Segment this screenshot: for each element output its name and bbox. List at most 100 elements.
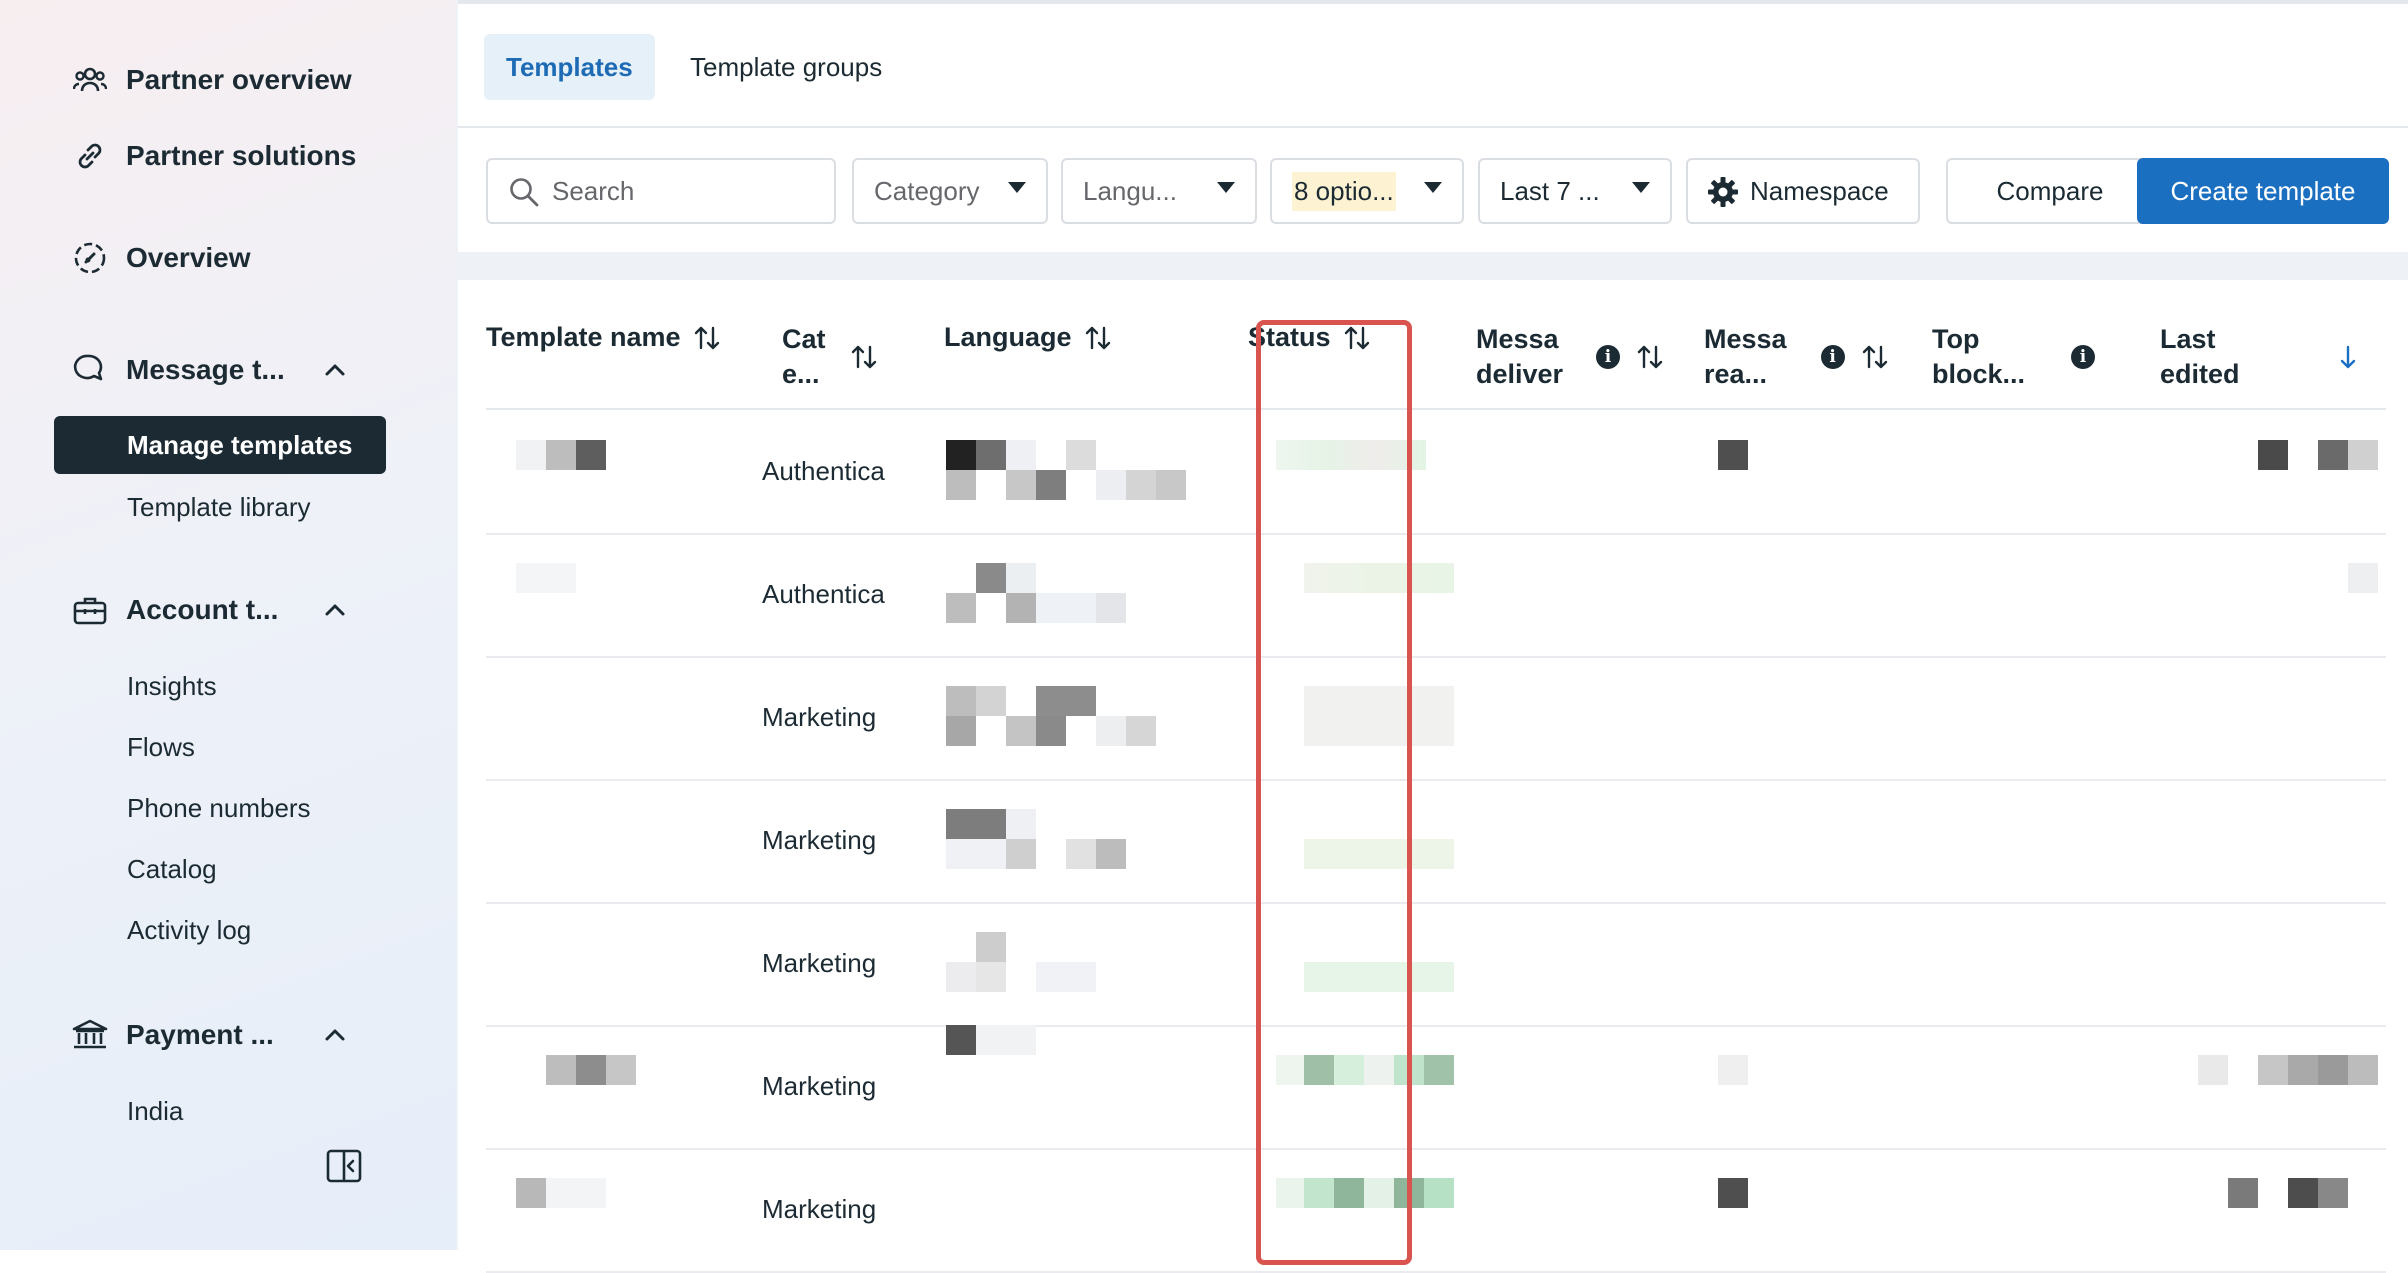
briefcase-icon [72, 592, 108, 628]
search-icon [508, 176, 540, 215]
column-last-edited[interactable]: Last edited [2160, 322, 2364, 392]
caret-down-icon [1008, 182, 1026, 193]
sort-icon[interactable] [1861, 343, 1889, 371]
dropdown-label: Langu... [1083, 175, 1177, 206]
redacted-block [516, 1178, 546, 1208]
status-chip [1276, 440, 1426, 470]
chevron-up-icon[interactable] [320, 1020, 350, 1050]
dropdown-label: Category [874, 175, 980, 206]
redacted-block [976, 686, 1006, 716]
column-messages-delivered[interactable]: Messa deliver i [1476, 322, 1664, 392]
info-icon[interactable]: i [1820, 345, 1845, 369]
redacted-block [946, 809, 1006, 839]
nav-overview[interactable]: Overview [72, 240, 251, 276]
redacted-block [1036, 593, 1096, 623]
redacted-block [1096, 839, 1126, 869]
nav-account-tools[interactable]: Account t... [72, 592, 278, 628]
nav-partner-solutions[interactable]: Partner solutions [72, 138, 356, 174]
column-category[interactable]: Cat e... [782, 322, 878, 392]
nav-message-templates[interactable]: Message t... [72, 352, 285, 388]
nav-catalog[interactable]: Catalog [127, 854, 217, 885]
button-label: Compare [1996, 175, 2104, 206]
status-chip [1304, 962, 1454, 992]
column-template-name[interactable]: Template name [486, 320, 721, 355]
nav-partner-overview[interactable]: Partner overview [72, 62, 352, 98]
status-chip [1304, 1055, 1334, 1085]
redacted-block [1006, 470, 1036, 500]
status-dropdown[interactable]: 8 optio... [1270, 158, 1464, 224]
nav-label: Message t... [126, 354, 285, 385]
redacted-block [546, 440, 576, 470]
nav-activity-log[interactable]: Activity log [127, 915, 251, 946]
table-row[interactable]: Authentica [486, 533, 2386, 658]
table-row[interactable]: Marketing [486, 779, 2386, 904]
column-language[interactable]: Language [944, 320, 1112, 355]
main-content: Templates Template groups Search Categor… [456, 0, 2408, 1273]
compare-button[interactable]: Compare [1946, 158, 2154, 224]
redacted-block [576, 440, 606, 470]
search-input[interactable]: Search [486, 158, 836, 224]
tab-template-groups[interactable]: Template groups [668, 34, 904, 100]
status-chip [1364, 1055, 1394, 1085]
redacted-block [1276, 1178, 1306, 1208]
column-label: Messa rea... [1704, 324, 1787, 389]
redacted-block [976, 932, 1006, 962]
redacted-block [1036, 962, 1096, 992]
nav-flows[interactable]: Flows [127, 732, 195, 763]
status-chip [1304, 1178, 1334, 1208]
table-row[interactable]: Marketing [486, 1025, 2386, 1150]
nav-insights[interactable]: Insights [127, 671, 217, 702]
redacted-block [976, 962, 1006, 992]
sidebar: Partner overview Partner solutions Overv… [0, 0, 456, 1250]
namespace-button[interactable]: Namespace [1686, 158, 1920, 224]
language-dropdown[interactable]: Langu... [1061, 158, 1257, 224]
redacted-block [1006, 440, 1036, 470]
search-placeholder: Search [552, 175, 635, 206]
create-template-button[interactable]: Create template [2137, 158, 2389, 224]
nav-template-library[interactable]: Template library [127, 492, 311, 523]
caret-down-icon [1424, 182, 1442, 193]
redacted-block [1276, 1055, 1306, 1085]
column-label: Top block... [1932, 324, 2026, 389]
nav-india[interactable]: India [127, 1096, 183, 1127]
column-top-block-reason[interactable]: Top block... i [1932, 322, 2096, 392]
column-status[interactable]: Status [1248, 320, 1371, 355]
category-cell: Marketing [762, 948, 877, 978]
column-label: Status [1248, 322, 1331, 352]
table-row[interactable]: Marketing [486, 656, 2386, 781]
redacted-block [516, 440, 546, 470]
sidebar-collapse-icon[interactable] [326, 1148, 362, 1184]
nav-phone-numbers[interactable]: Phone numbers [127, 793, 311, 824]
sort-desc-icon[interactable] [2336, 343, 2364, 371]
redacted-block [606, 1055, 636, 1085]
redacted-block [1006, 716, 1036, 746]
sort-icon[interactable] [1084, 324, 1112, 352]
table-row[interactable]: Marketing [486, 902, 2386, 1027]
redacted-block [2288, 1178, 2318, 1208]
tab-templates[interactable]: Templates [484, 34, 655, 100]
sort-icon[interactable] [1636, 343, 1664, 371]
redacted-block [1006, 593, 1036, 623]
info-icon[interactable]: i [1596, 345, 1620, 369]
column-label: Template name [486, 322, 681, 352]
nav-payment[interactable]: Payment ... [72, 1017, 274, 1053]
category-cell: Marketing [762, 1194, 877, 1224]
nav-label: Payment ... [126, 1019, 274, 1050]
chevron-up-icon[interactable] [320, 355, 350, 385]
redacted-block [2228, 1178, 2258, 1208]
table-row[interactable]: Marketing [486, 1148, 2386, 1273]
column-label: Last edited [2160, 324, 2240, 389]
sort-icon[interactable] [693, 324, 721, 352]
chevron-up-icon[interactable] [320, 595, 350, 625]
redacted-block [1006, 809, 1036, 839]
date-range-dropdown[interactable]: Last 7 ... [1478, 158, 1672, 224]
column-messages-read[interactable]: Messa rea... i [1704, 322, 1889, 392]
dropdown-label: 8 optio... [1292, 171, 1396, 211]
sort-icon[interactable] [1343, 324, 1371, 352]
info-icon[interactable]: i [2071, 345, 2096, 369]
sort-icon[interactable] [850, 343, 878, 371]
divider [458, 126, 2408, 128]
table-row[interactable]: Authentica [486, 410, 2386, 535]
nav-manage-templates[interactable]: Manage templates [54, 416, 386, 474]
category-dropdown[interactable]: Category [852, 158, 1048, 224]
